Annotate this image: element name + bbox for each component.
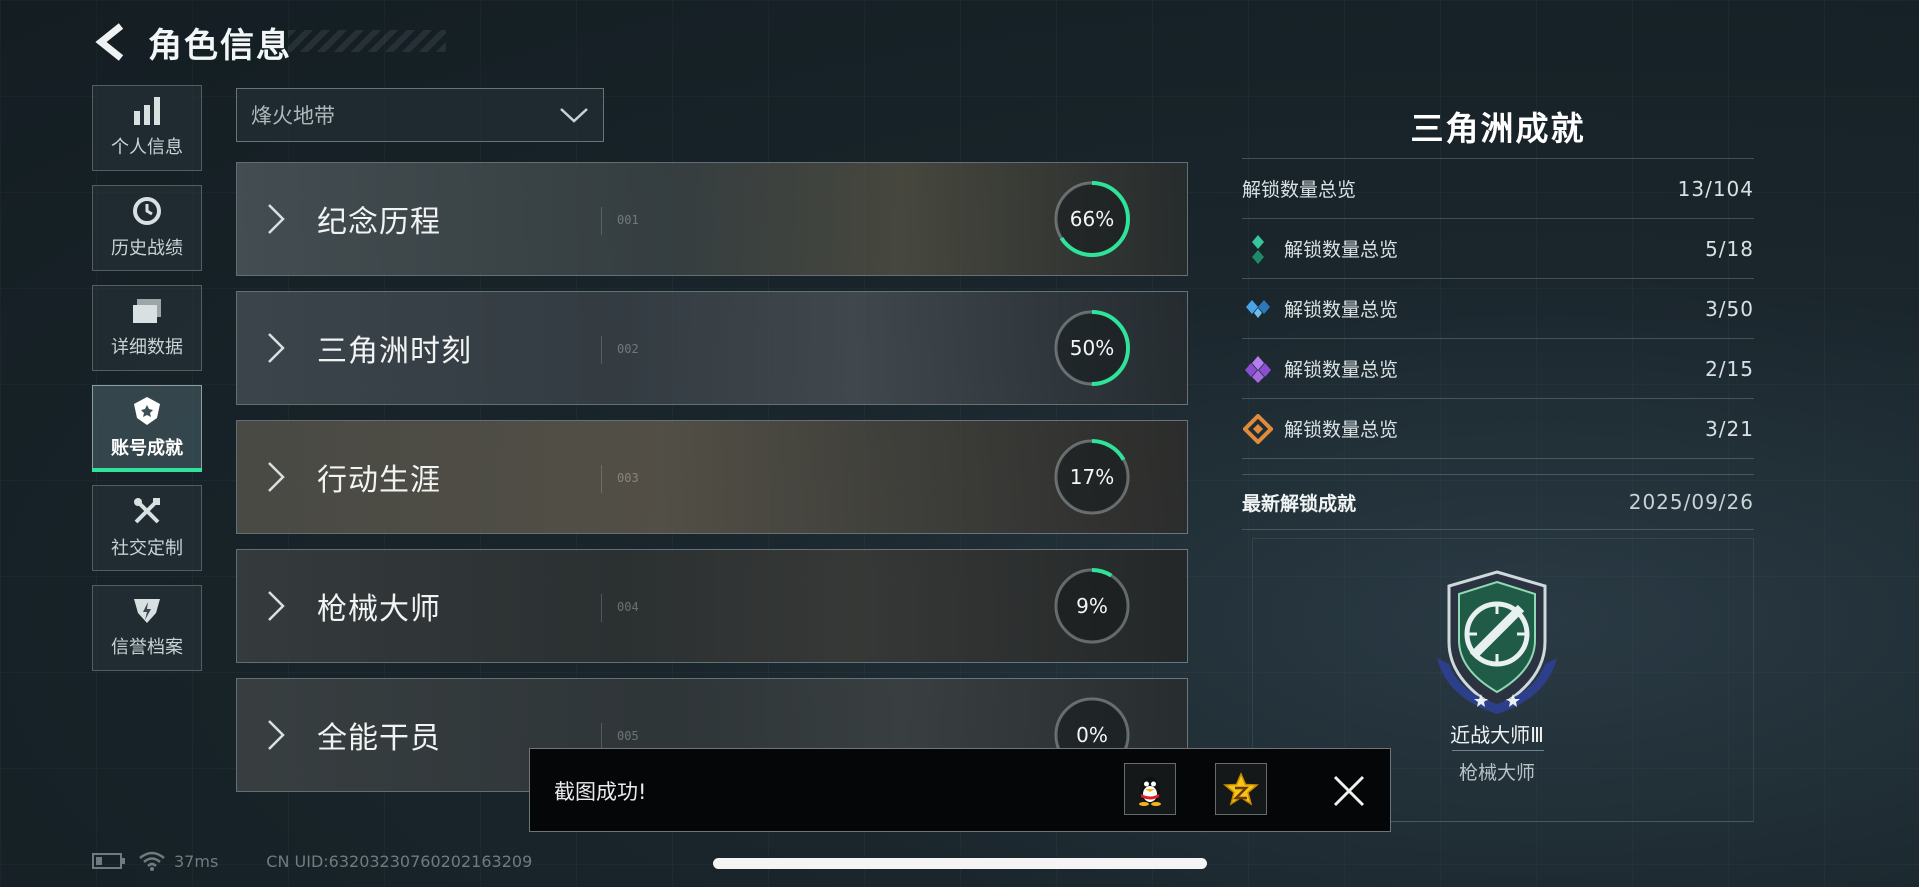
latest-achievement-row: 最新解锁成就 2025/09/26 xyxy=(1242,474,1754,530)
category-divider xyxy=(601,336,602,364)
chevron-right-icon xyxy=(268,591,285,621)
wifi-icon xyxy=(139,851,165,871)
orange-diamond-icon xyxy=(1242,413,1274,445)
category-index: 003 xyxy=(617,471,639,485)
chevron-right-icon xyxy=(268,462,285,492)
category-name: 全能干员 xyxy=(317,721,441,756)
sidebar-item-label: 历史战绩 xyxy=(111,238,183,259)
category-index: 001 xyxy=(617,213,639,227)
category-divider xyxy=(601,723,602,751)
tier-label: 解锁数量总览 xyxy=(1284,239,1399,261)
category-percent: 9% xyxy=(1076,594,1108,618)
back-button[interactable] xyxy=(90,20,130,64)
latest-label: 最新解锁成就 xyxy=(1242,492,1357,515)
achievement-category-row[interactable]: 纪念历程 001 66% xyxy=(236,162,1188,276)
sidebar-item-social-custom[interactable]: 社交定制 xyxy=(92,485,202,571)
category-name: 枪械大师 xyxy=(317,592,441,627)
sidebar-item-label: 信誉档案 xyxy=(111,637,183,658)
tier-row-green: 解锁数量总览 5/18 xyxy=(1242,218,1754,278)
achievement-category-row[interactable]: 枪械大师 004 9% xyxy=(236,549,1188,663)
green-diamond-icon xyxy=(1242,233,1274,265)
toast-close-button[interactable] xyxy=(1327,769,1371,813)
overview-row: 解锁数量总览 13/104 xyxy=(1242,158,1754,218)
badge-category: 枪械大师 xyxy=(1458,762,1535,784)
achievement-badge[interactable] xyxy=(1427,568,1567,716)
melee-master-badge-icon xyxy=(1437,570,1557,714)
tier-value: 3/21 xyxy=(1705,416,1754,441)
close-icon xyxy=(1333,775,1365,807)
blue-diamond-icon xyxy=(1242,293,1274,325)
battery-icon xyxy=(92,853,125,869)
tier-value: 5/18 xyxy=(1705,236,1754,261)
chevron-down-icon xyxy=(560,108,588,123)
sidebar-item-account-achievements[interactable]: 账号成就 xyxy=(92,385,202,472)
chevron-right-icon xyxy=(268,204,285,234)
tier-row-orange: 解锁数量总览 3/21 xyxy=(1242,398,1754,458)
tier-value: 2/15 xyxy=(1705,356,1754,381)
sidebar-item-reputation[interactable]: 信誉档案 xyxy=(92,585,202,671)
mode-select[interactable]: 烽火地带 xyxy=(236,88,604,142)
achievement-category-row[interactable]: 行动生涯 003 17% xyxy=(236,420,1188,534)
sidebar-item-detailed-data[interactable]: 详细数据 xyxy=(92,285,202,371)
achievement-category-row[interactable]: 三角洲时刻 002 50% xyxy=(236,291,1188,405)
bar-chart-icon xyxy=(132,97,162,125)
category-divider xyxy=(601,465,602,493)
latest-date: 2025/09/26 xyxy=(1628,490,1754,514)
chevron-right-icon xyxy=(268,720,285,750)
share-qq-button[interactable] xyxy=(1124,763,1176,815)
sidebar-item-personal-info[interactable]: 个人信息 xyxy=(92,85,202,171)
title-decoration xyxy=(288,30,446,52)
tools-icon xyxy=(132,496,162,526)
qzone-star-icon xyxy=(1223,772,1259,806)
ping-value: 37ms xyxy=(174,851,219,871)
category-percent: 66% xyxy=(1069,207,1115,231)
tier-row-blue: 解锁数量总览 3/50 xyxy=(1242,278,1754,338)
stat-divider xyxy=(1242,458,1754,459)
category-divider xyxy=(601,594,602,622)
tier-label: 解锁数量总览 xyxy=(1284,359,1399,381)
uid-text: CN UID:63203230760202163209 xyxy=(266,851,533,871)
overview-value: 13/104 xyxy=(1677,176,1754,201)
tier-row-purple: 解锁数量总览 2/15 xyxy=(1242,338,1754,398)
category-name: 行动生涯 xyxy=(317,463,441,498)
category-divider xyxy=(601,207,602,235)
category-percent: 17% xyxy=(1069,465,1115,489)
folder-icon xyxy=(131,297,163,325)
sidebar-item-label: 社交定制 xyxy=(111,538,183,559)
sidebar-item-label: 详细数据 xyxy=(111,337,183,358)
category-name: 纪念历程 xyxy=(317,205,441,240)
category-index: 002 xyxy=(617,342,639,356)
purple-diamond-icon xyxy=(1242,353,1274,385)
badge-name: 近战大师Ⅲ xyxy=(1450,723,1544,747)
achievement-shield-icon xyxy=(132,396,162,426)
category-name: 三角洲时刻 xyxy=(317,334,472,369)
overview-label: 解锁数量总览 xyxy=(1242,179,1357,201)
mode-select-value: 烽火地带 xyxy=(251,104,335,128)
sidebar-item-history[interactable]: 历史战绩 xyxy=(92,185,202,271)
share-qzone-button[interactable] xyxy=(1215,763,1267,815)
sidebar: 个人信息 历史战绩 详细数据 账号成就 社交定制 信誉档案 xyxy=(92,85,204,685)
home-indicator[interactable] xyxy=(713,858,1207,869)
qq-penguin-icon xyxy=(1139,777,1161,806)
back-arrow-icon xyxy=(95,23,124,61)
clock-icon xyxy=(132,196,162,226)
badge-divider xyxy=(1452,750,1544,751)
screenshot-toast: 截图成功! xyxy=(529,748,1391,832)
page-title: 角色信息 xyxy=(148,26,292,66)
category-index: 004 xyxy=(617,600,639,614)
status-footer: 37ms CN UID:63203230760202163209 xyxy=(92,850,532,872)
category-index: 005 xyxy=(617,729,639,743)
toast-message: 截图成功! xyxy=(554,780,647,804)
chevron-right-icon xyxy=(268,333,285,363)
tier-label: 解锁数量总览 xyxy=(1284,299,1399,321)
tier-value: 3/50 xyxy=(1705,296,1754,321)
tier-label: 解锁数量总览 xyxy=(1284,419,1399,441)
panel-title: 三角洲成就 xyxy=(1410,109,1586,148)
sidebar-item-label: 个人信息 xyxy=(111,137,183,158)
reputation-icon xyxy=(132,597,162,625)
sidebar-item-label: 账号成就 xyxy=(111,438,183,459)
category-percent: 50% xyxy=(1069,336,1115,360)
